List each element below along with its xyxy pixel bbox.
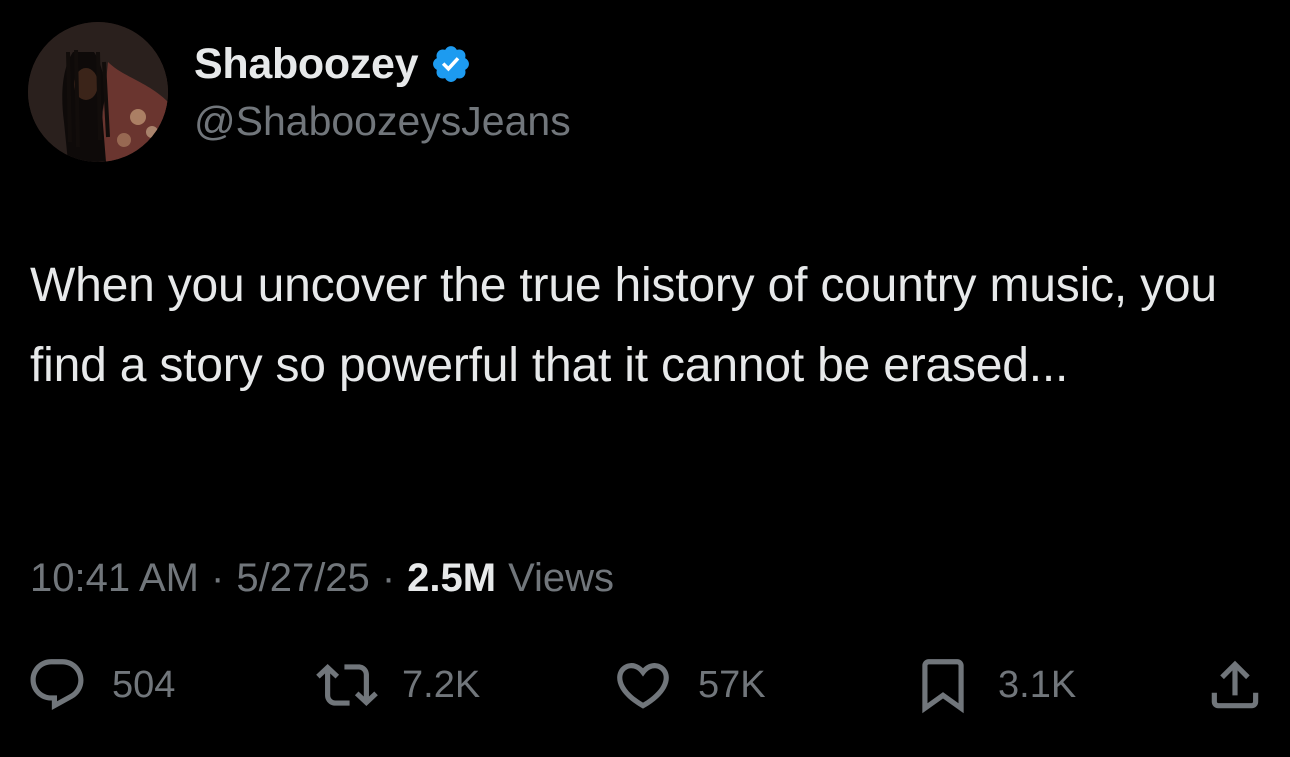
meta-separator: · bbox=[381, 556, 396, 600]
bookmark-button[interactable]: 3.1K bbox=[912, 652, 1076, 718]
avatar-image bbox=[28, 22, 168, 162]
views-count[interactable]: 2.5M bbox=[407, 556, 496, 601]
reply-button[interactable]: 504 bbox=[26, 652, 175, 718]
reply-icon bbox=[30, 659, 84, 711]
display-name[interactable]: Shaboozey bbox=[194, 40, 419, 89]
retweet-icon bbox=[316, 664, 378, 706]
bookmark-count: 3.1K bbox=[998, 663, 1077, 706]
user-handle[interactable]: @ShaboozeysJeans bbox=[194, 98, 571, 145]
verified-badge-icon[interactable] bbox=[430, 43, 472, 85]
action-bar: 504 7.2K 57K 3.1K bbox=[0, 652, 1290, 718]
heart-icon bbox=[617, 663, 669, 709]
tweet-card: Shaboozey @ShaboozeysJeans When you unco… bbox=[0, 0, 1290, 757]
like-count: 57K bbox=[698, 663, 766, 706]
views-label[interactable]: Views bbox=[508, 556, 614, 601]
meta-separator: · bbox=[211, 556, 225, 600]
author-name-row[interactable]: Shaboozey bbox=[194, 38, 472, 90]
tweet-metadata: 10:41 AM · 5/27/25 · 2.5M Views bbox=[30, 556, 614, 601]
share-icon bbox=[1211, 660, 1259, 709]
tweet-date[interactable]: 5/27/25 bbox=[236, 556, 369, 601]
share-button[interactable] bbox=[1204, 652, 1266, 718]
like-button[interactable]: 57K bbox=[612, 652, 766, 718]
tweet-time[interactable]: 10:41 AM bbox=[30, 556, 199, 601]
tweet-text: When you uncover the true history of cou… bbox=[30, 259, 1217, 392]
reply-count: 504 bbox=[112, 663, 176, 706]
avatar[interactable] bbox=[28, 22, 168, 162]
retweet-count: 7.2K bbox=[402, 663, 481, 706]
retweet-button[interactable]: 7.2K bbox=[316, 652, 480, 718]
bookmark-icon bbox=[922, 659, 964, 714]
